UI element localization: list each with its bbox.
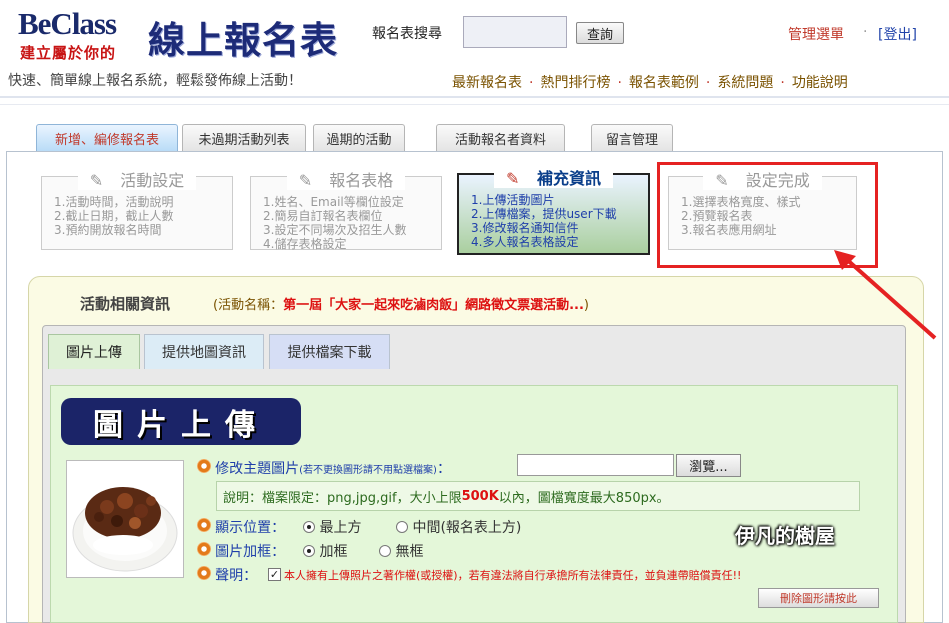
position-option-top[interactable]: 最上方 <box>303 517 361 537</box>
step-title: 補充資訊 <box>530 169 607 188</box>
bullet-icon <box>197 459 211 473</box>
step-item: 3.預約開放報名時間 <box>54 223 162 237</box>
step-item: 4.多人報名表格設定 <box>471 235 579 249</box>
nav-separator: · <box>705 75 711 91</box>
site-tagline: 快速、簡單線上報名系統，輕鬆發佈線上活動！ <box>8 73 302 89</box>
step-title: 報名表格 <box>323 171 400 190</box>
nav-examples[interactable]: 報名表範例 <box>629 75 699 91</box>
image-file-input[interactable] <box>517 454 674 476</box>
step-item: 2.上傳檔案，提供user下載 <box>471 207 617 221</box>
header-separator: · <box>863 24 868 40</box>
step-supplementary-info[interactable]: ✎ 補充資訊 1.上傳活動圖片 2.上傳檔案，提供user下載 3.修改報名通知… <box>457 169 650 255</box>
image-upload-banner: 圖片上傳 <box>61 398 301 445</box>
activity-name-suffix: ) <box>583 298 589 313</box>
tab-registrants[interactable]: 活動報名者資料 <box>436 124 565 151</box>
annotation-arrow-icon <box>834 250 937 340</box>
bullet-icon <box>197 566 211 580</box>
position-row: 顯示位置： <box>197 517 285 537</box>
logo-subtitle: 建立屬於你的 <box>20 44 117 62</box>
pencil-icon: ✎ <box>292 171 319 190</box>
step-item: 4.儲存表格設定 <box>263 237 347 251</box>
note-suffix: 以內，圖檔寬度最大850px。 <box>498 490 670 506</box>
delete-image-button[interactable]: 刪除圖形請按此 <box>758 588 879 608</box>
nav-faq[interactable]: 系統問題 <box>717 75 773 91</box>
tab-messages[interactable]: 留言管理 <box>591 124 673 151</box>
frame-row: 圖片加框： <box>197 541 285 561</box>
header-divider-thin <box>0 104 949 105</box>
frame-option-off[interactable]: 無框 <box>379 541 423 561</box>
option-label: 無框 <box>395 544 424 560</box>
browse-button[interactable]: 瀏覽... <box>676 454 741 477</box>
search-input[interactable] <box>463 16 567 48</box>
nav-help[interactable]: 功能說明 <box>792 75 848 91</box>
activity-name-prefix: (活動名稱： <box>213 298 284 313</box>
frame-label: 圖片加框： <box>215 544 286 560</box>
tab-edit-form[interactable]: 新增、編修報名表 <box>36 124 178 151</box>
pencil-icon: ✎ <box>500 169 526 188</box>
step-item: 2.截止日期，截止人數 <box>54 209 174 223</box>
subtab-map-info[interactable]: 提供地圖資訊 <box>144 334 264 369</box>
step-item: 2.簡易自訂報名表欄位 <box>263 209 383 223</box>
search-button[interactable]: 查詢 <box>576 22 624 44</box>
nav-latest[interactable]: 最新報名表 <box>452 75 522 91</box>
statement-text: 本人擁有上傳照片之著作權(或授權)，若有違法將自行承擔所有法律責任，並負連帶賠償… <box>284 569 742 582</box>
note-size-limit: 500K <box>461 488 499 504</box>
header-divider <box>0 96 949 98</box>
logo-beclass[interactable]: BeClass <box>18 6 117 42</box>
frame-option-on[interactable]: 加框 <box>303 541 347 561</box>
step-item: 1.活動時間，活動說明 <box>54 195 174 209</box>
step-form-fields[interactable]: ✎ 報名表格 1.姓名、Email等欄位設定 2.簡易自訂報名表欄位 3.設定不… <box>250 171 442 251</box>
tab-active-events[interactable]: 未過期活動列表 <box>182 124 306 151</box>
activity-name: 第一屆「大家一起來吃滷肉飯」網路徵文票選活動... <box>283 298 584 313</box>
statement-checkbox[interactable]: ✓ <box>268 565 281 581</box>
step-title: 活動設定 <box>114 171 191 190</box>
radio-selected[interactable] <box>303 545 315 557</box>
upload-note: 說明：檔案限定：png,jpg,gif，大小上限 500K 以內，圖檔寬度最大850… <box>216 481 860 511</box>
step-activity-settings[interactable]: ✎ 活動設定 1.活動時間，活動說明 2.截止日期，截止人數 3.預約開放報名時… <box>41 171 233 250</box>
logout-link[interactable]: [登出] <box>878 24 917 44</box>
activity-name-line: (活動名稱：第一屆「大家一起來吃滷肉飯」網路徵文票選活動...) <box>213 294 589 313</box>
position-option-middle[interactable]: 中間(報名表上方) <box>396 517 521 537</box>
change-image-colon: ： <box>436 461 451 477</box>
option-label: 中間(報名表上方) <box>412 520 522 536</box>
step-item: 1.姓名、Email等欄位設定 <box>263 195 404 209</box>
step-item: 3.設定不同場次及招生人數 <box>263 223 407 237</box>
activity-info-title: 活動相關資訊 <box>80 295 171 313</box>
option-label: 加框 <box>319 544 348 560</box>
position-label: 顯示位置： <box>215 520 286 536</box>
change-image-label: 修改主題圖片 <box>215 461 300 477</box>
note-prefix: 說明：檔案限定：png,jpg,gif，大小上限 <box>223 490 462 506</box>
nav-popular[interactable]: 熱門排行榜 <box>540 75 610 91</box>
statement-row: 聲明： <box>197 565 257 585</box>
change-image-note: (若不更換圖形請不用點選檔案) <box>299 465 437 476</box>
bullet-icon <box>197 518 211 532</box>
statement-label: 聲明： <box>215 568 258 584</box>
radio-selected[interactable] <box>303 521 315 533</box>
bullet-icon <box>197 542 211 556</box>
nav-separator: · <box>780 75 785 91</box>
step-item: 1.上傳活動圖片 <box>471 193 555 207</box>
nav-separator: · <box>529 75 534 91</box>
radio-unselected[interactable] <box>396 521 408 533</box>
change-image-row: 修改主題圖片(若不更換圖形請不用點選檔案)： <box>197 458 451 478</box>
radio-unselected[interactable] <box>379 545 391 557</box>
step-item: 3.修改報名通知信件 <box>471 221 579 235</box>
search-label: 報名表搜尋 <box>372 26 442 42</box>
topic-image <box>66 460 184 578</box>
subtab-image-upload[interactable]: 圖片上傳 <box>48 334 140 369</box>
logo-title: 線上報名表 <box>148 19 338 62</box>
tab-expired-events[interactable]: 過期的活動 <box>313 124 405 151</box>
admin-menu-link[interactable]: 管理選單 <box>788 24 844 44</box>
top-navigation: 最新報名表 · 熱門排行榜 · 報名表範例 · 系統問題 · 功能說明 <box>452 72 848 92</box>
pencil-icon: ✎ <box>83 171 110 190</box>
checkbox-checked-icon[interactable]: ✓ <box>268 568 281 581</box>
subtab-file-download[interactable]: 提供檔案下載 <box>269 334 390 369</box>
watermark: 伊凡的樹屋 <box>735 524 835 548</box>
option-label: 最上方 <box>319 520 362 536</box>
nav-separator: · <box>617 75 622 91</box>
